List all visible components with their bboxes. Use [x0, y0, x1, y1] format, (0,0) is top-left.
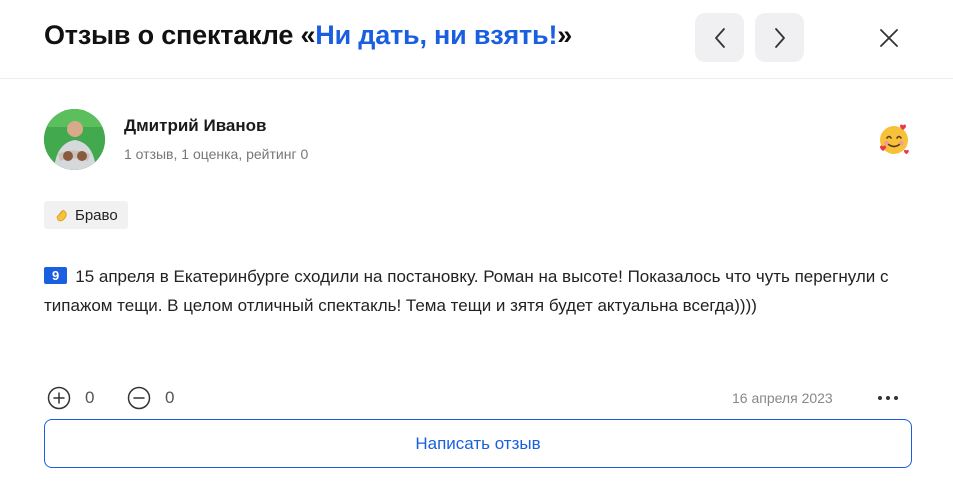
author-stats: 1 отзыв, 1 оценка, рейтинг 0	[124, 146, 309, 162]
minus-circle-icon	[127, 386, 151, 410]
chevron-right-icon	[774, 27, 785, 48]
rating-badge: 9	[44, 267, 68, 284]
modal-header: Отзыв о спектакле «Ни дать, ни взять!»	[0, 0, 953, 79]
close-icon	[880, 29, 898, 47]
next-review-button[interactable]	[755, 13, 804, 62]
clapping-hands-icon	[56, 210, 67, 222]
more-options-icon[interactable]	[878, 396, 898, 400]
title-suffix: »	[557, 20, 573, 50]
reaction-tag-label: Браво	[75, 206, 118, 224]
write-review-button[interactable]: Написать отзыв	[44, 419, 912, 468]
review-text: 15 апреля в Екатеринбурге сходили на пос…	[44, 267, 889, 315]
review-date: 16 апреля 2023	[732, 390, 833, 406]
previous-review-button[interactable]	[695, 13, 744, 62]
dislike-count: 0	[165, 388, 175, 407]
like-button[interactable]: 0	[47, 386, 94, 410]
close-button[interactable]	[873, 22, 905, 54]
review-text-block: 9 15 апреля в Екатеринбурге сходили на по…	[44, 262, 914, 320]
page-title: Отзыв о спектакле «Ни дать, ни взять!»	[44, 20, 572, 51]
title-prefix: Отзыв о спектакле «	[44, 20, 316, 50]
show-title-link[interactable]: Ни дать, ни взять!	[315, 20, 557, 50]
plus-circle-icon	[47, 386, 71, 410]
user-photo-icon	[44, 109, 105, 170]
avatar[interactable]	[44, 109, 105, 170]
like-count: 0	[85, 388, 95, 407]
author-name[interactable]: Дмитрий Иванов	[124, 116, 266, 136]
chevron-left-icon	[714, 27, 725, 48]
dislike-button[interactable]: 0	[127, 386, 174, 410]
smiling-face-with-hearts-icon	[876, 121, 912, 157]
reaction-tag: Браво	[44, 201, 128, 229]
